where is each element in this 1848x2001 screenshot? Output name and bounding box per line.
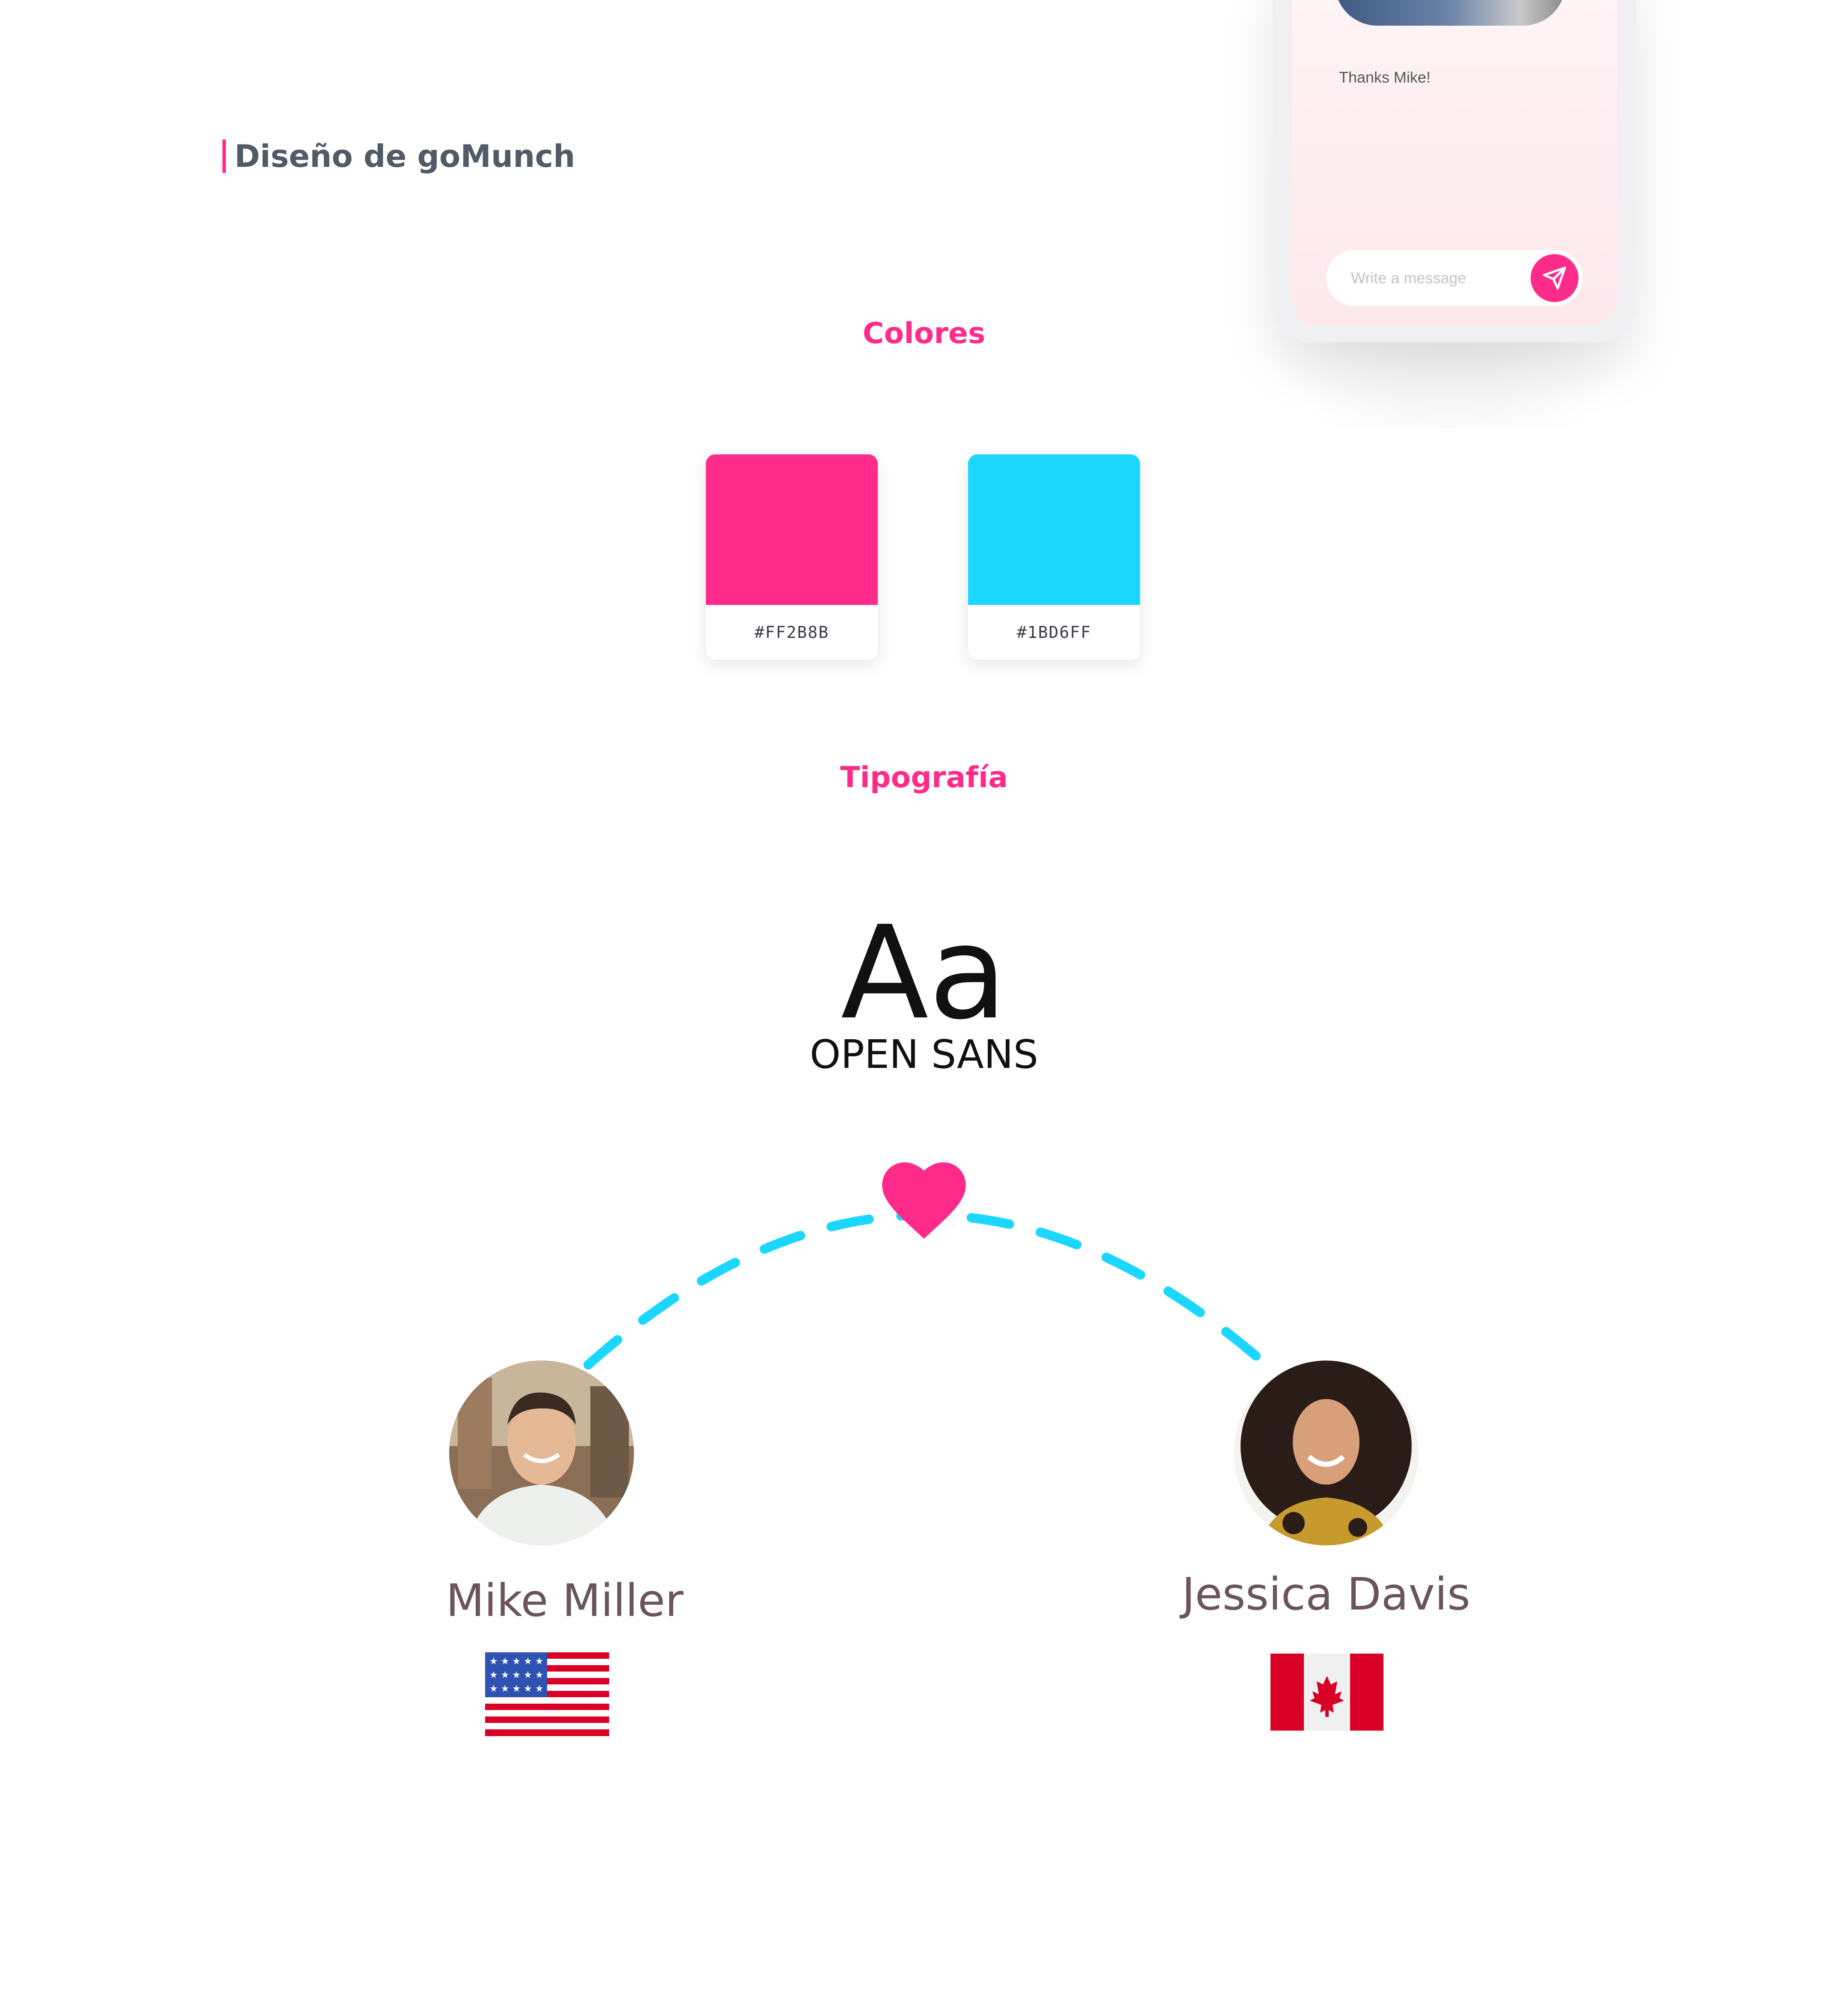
- person-name-jessica: Jessica Davis: [1182, 1568, 1471, 1620]
- svg-text:★ ★ ★ ★ ★: ★ ★ ★ ★ ★: [489, 1656, 544, 1667]
- avatar-jessica: [1234, 1361, 1419, 1545]
- svg-text:★ ★ ★ ★ ★: ★ ★ ★ ★ ★: [489, 1684, 544, 1694]
- match-connection: [583, 1210, 1271, 1370]
- us-flag-icon: ★ ★ ★ ★ ★ ★ ★ ★ ★ ★ ★ ★ ★ ★ ★: [485, 1652, 609, 1736]
- avatar-mike: [449, 1361, 634, 1545]
- canada-flag-icon: [1270, 1654, 1383, 1731]
- svg-text:★ ★ ★ ★ ★: ★ ★ ★ ★ ★: [489, 1670, 544, 1681]
- heart-icon: [882, 1162, 966, 1239]
- person-name-mike: Mike Miller: [446, 1574, 684, 1627]
